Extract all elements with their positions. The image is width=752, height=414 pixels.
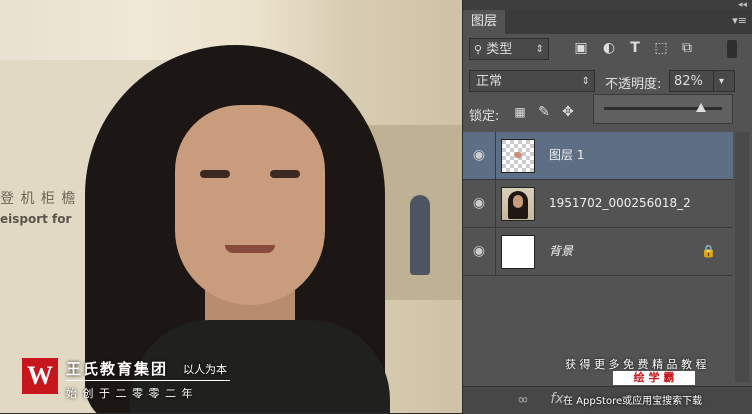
person-face — [175, 105, 325, 305]
filter-toggle[interactable] — [727, 40, 737, 58]
visibility-eye-icon[interactable]: ◉ — [463, 132, 496, 179]
panel-bottom-bar: ∞ fx 在 AppStore或应用宝搜索下载 — [463, 386, 752, 414]
layers-scrollbar[interactable] — [735, 132, 749, 382]
airport-sign-text-2: eisport for — [0, 212, 72, 226]
blend-mode-select[interactable]: 正常 ⇕ — [469, 70, 595, 92]
opacity-slider-popup[interactable] — [593, 94, 733, 124]
promo-brand: 绘 学 霸 — [613, 371, 695, 385]
person-mouth — [225, 245, 275, 253]
opacity-slider-thumb[interactable] — [695, 103, 706, 112]
layer-thumbnail — [501, 139, 535, 173]
layer-name[interactable]: 背景 — [549, 228, 573, 275]
promo-line: 获 得 更 多 免 费 精 品 教 程 — [565, 358, 707, 371]
panel-tab-bar: 图层 ▾≡ — [463, 10, 752, 34]
link-icon[interactable]: ∞ — [515, 392, 531, 408]
layer-name[interactable]: 图层 1 — [549, 132, 584, 179]
filter-kind-select[interactable]: ⚲ 类型 ⇕ — [469, 38, 549, 60]
visibility-eye-icon[interactable]: ◉ — [463, 180, 496, 227]
search-icon: ⚲ — [474, 43, 483, 56]
updown-icon: ⇕ — [581, 76, 590, 87]
layer-row[interactable]: ◉ 1951702_000256018_2 — [463, 180, 733, 228]
layer-name[interactable]: 1951702_000256018_2 — [549, 180, 691, 227]
promo-store: 在 AppStore或应用宝搜索下载 — [563, 396, 703, 407]
smart-object-filter-icon[interactable]: ⧉ — [679, 40, 695, 56]
blend-row: 正常 ⇕ 不透明度: 82% ▾ — [463, 68, 752, 94]
visibility-eye-icon[interactable]: ◉ — [463, 228, 496, 275]
company-founded: 始 创 于 二 零 零 二 年 — [66, 387, 194, 400]
brand-logo: W — [22, 358, 58, 394]
opacity-dropdown-icon[interactable]: ▾ — [713, 70, 735, 92]
layer-thumbnail — [501, 235, 535, 269]
layer-row[interactable]: ◉ 背景 🔒 — [463, 228, 733, 276]
panel-collapse-bar[interactable]: ◂◂ — [463, 0, 752, 10]
shape-filter-icon[interactable]: ⬚ — [653, 40, 669, 56]
tab-layers[interactable]: 图层 — [463, 10, 506, 34]
watermark-divider — [66, 380, 230, 381]
opacity-label: 不透明度: — [605, 77, 662, 92]
lock-paint-icon[interactable]: ✎ — [537, 104, 551, 120]
company-slogan: 以人为本 — [183, 363, 227, 376]
thumbnail-patch — [514, 152, 522, 158]
person-eye-left — [200, 170, 230, 178]
layer-row[interactable]: ◉ 图层 1 — [463, 132, 733, 180]
panel-menu-icon[interactable]: ▾≡ — [732, 14, 747, 27]
filter-row: ⚲ 类型 ⇕ ▣ ◐ T ⬚ ⧉ — [463, 36, 752, 62]
person-eye-right — [270, 170, 300, 178]
adjustment-filter-icon[interactable]: ◐ — [601, 40, 617, 56]
lock-label: 锁定: — [469, 109, 500, 124]
double-chevron-icon[interactable]: ◂◂ — [738, 0, 747, 10]
company-name: 王氏教育集团 — [66, 360, 169, 378]
airport-sign-text: 登 机 柜 檐 — [0, 191, 77, 207]
lock-transparent-icon[interactable]: ▦ — [513, 105, 527, 119]
thumbnail-portrait-face — [513, 195, 523, 208]
layers-list: ◉ 图层 1 ◉ 1951702_000256018_2 ◉ 背景 🔒 — [463, 132, 733, 282]
updown-icon: ⇕ — [535, 44, 544, 55]
lock-icon: 🔒 — [701, 244, 716, 258]
layer-thumbnail — [501, 187, 535, 221]
lock-move-icon[interactable]: ✥ — [561, 104, 575, 120]
type-filter-icon[interactable]: T — [627, 40, 643, 56]
blend-mode-label: 正常 — [476, 74, 503, 89]
background-figure — [410, 195, 430, 275]
image-filter-icon[interactable]: ▣ — [573, 40, 589, 56]
layers-panel: ◂◂ 图层 ▾≡ ⚲ 类型 ⇕ ▣ ◐ T ⬚ ⧉ 正常 ⇕ 不透明度: 82%… — [462, 0, 752, 414]
filter-kind-label: 类型 — [486, 42, 513, 57]
canvas-photo[interactable]: 登 机 柜 檐 eisport for W 王氏教育集团 以人为本 始 创 于 … — [0, 0, 462, 413]
